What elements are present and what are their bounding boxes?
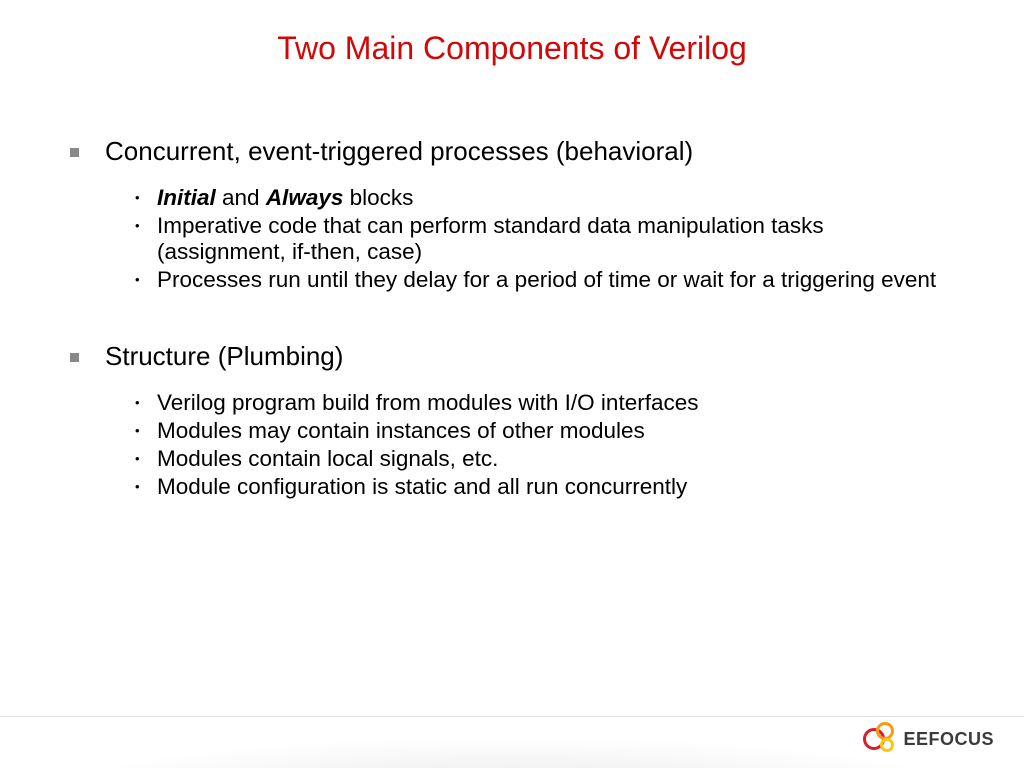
footer-divider (0, 716, 1024, 717)
slide: Two Main Components of Verilog Concurren… (0, 0, 1024, 768)
section-2-heading: Structure (Plumbing) (105, 342, 954, 372)
section-1-body: Concurrent, event-triggered processes (b… (105, 137, 954, 294)
slide-content: Concurrent, event-triggered processes (b… (40, 137, 984, 502)
logo-text: EEFOCUS (903, 729, 994, 750)
slide-title: Two Main Components of Verilog (40, 30, 984, 67)
list-item: Imperative code that can perform standar… (135, 213, 954, 265)
section-2-list: Verilog program build from modules with … (105, 390, 954, 500)
brand-logo: EEFOCUS (863, 722, 994, 756)
section-1: Concurrent, event-triggered processes (b… (70, 137, 954, 294)
list-item: Processes run until they delay for a per… (135, 267, 954, 293)
logo-mark-icon (863, 722, 897, 756)
square-bullet-icon (70, 353, 79, 362)
list-item: Verilog program build from modules with … (135, 390, 954, 416)
section-2-body: Structure (Plumbing) Verilog program bui… (105, 342, 954, 501)
list-item: Initial and Always blocks (135, 185, 954, 211)
list-item: Modules may contain instances of other m… (135, 418, 954, 444)
slide-footer: EEFOCUS (0, 698, 1024, 768)
section-1-heading: Concurrent, event-triggered processes (b… (105, 137, 954, 167)
list-item: Module configuration is static and all r… (135, 474, 954, 500)
section-1-list: Initial and Always blocks Imperative cod… (105, 185, 954, 293)
section-2: Structure (Plumbing) Verilog program bui… (70, 342, 954, 501)
square-bullet-icon (70, 148, 79, 157)
list-item: Modules contain local signals, etc. (135, 446, 954, 472)
